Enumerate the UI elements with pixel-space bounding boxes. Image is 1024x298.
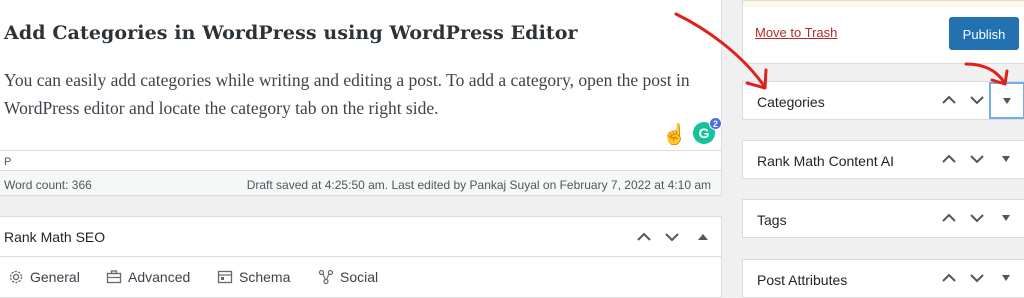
element-path: P <box>0 150 722 170</box>
element-path-text[interactable]: P <box>4 156 11 168</box>
tab-schema-label: Schema <box>239 269 291 285</box>
tags-box-title: Tags <box>757 212 787 228</box>
grammarly-count-badge: 2 <box>709 117 722 130</box>
move-up-icon[interactable] <box>636 231 652 243</box>
move-down-icon[interactable] <box>969 271 985 285</box>
post-content-editor[interactable]: Add Categories in WordPress using WordPr… <box>0 0 722 150</box>
tab-general[interactable]: General <box>8 269 80 285</box>
collapse-panel-icon[interactable] <box>698 233 708 241</box>
rank-math-content-ai-box[interactable]: Rank Math Content AI <box>742 140 1024 179</box>
tags-box[interactable]: Tags <box>742 199 1024 238</box>
tab-schema[interactable]: Schema <box>217 269 290 285</box>
briefcase-icon <box>106 270 122 284</box>
toggle-panel-button[interactable] <box>989 260 1024 297</box>
social-icon <box>318 269 334 285</box>
move-down-icon[interactable] <box>969 152 985 166</box>
editor-sidebar: Move to Trash Publish Categories Rank Ma… <box>742 0 1024 298</box>
rank-math-tabs: General Advanced Schema Social <box>0 257 721 298</box>
pointing-hand-icon[interactable]: ☝ <box>662 122 687 147</box>
move-to-trash-link[interactable]: Move to Trash <box>755 25 837 40</box>
move-up-icon[interactable] <box>941 271 957 285</box>
triangle-down-icon <box>1002 275 1010 281</box>
move-down-icon[interactable] <box>969 211 985 225</box>
schema-icon <box>217 270 233 284</box>
tab-social-label: Social <box>340 269 379 285</box>
triangle-down-icon <box>1002 156 1010 162</box>
wordpress-editor-screen: Add Categories in WordPress using WordPr… <box>0 0 1024 298</box>
move-down-icon[interactable] <box>969 93 985 107</box>
rank-math-seo-panel: Rank Math SEO General Advanced Schema So… <box>0 216 722 298</box>
editor-status-bar: Word count: 366 Draft saved at 4:25:50 a… <box>0 170 722 196</box>
categories-box-title: Categories <box>757 94 825 110</box>
publish-box: Move to Trash Publish <box>742 0 1024 64</box>
draft-saved-info: Draft saved at 4:25:50 am. Last edited b… <box>246 178 711 192</box>
triangle-down-icon <box>1002 215 1010 221</box>
rank-math-title: Rank Math SEO <box>4 229 106 245</box>
toggle-panel-button[interactable] <box>989 200 1024 237</box>
tab-advanced-label: Advanced <box>128 269 191 285</box>
toggle-panel-button[interactable] <box>989 82 1024 119</box>
move-up-icon[interactable] <box>941 152 957 166</box>
move-up-icon[interactable] <box>941 93 957 107</box>
publish-button[interactable]: Publish <box>949 17 1019 50</box>
rank-math-header: Rank Math SEO <box>0 217 721 257</box>
post-heading[interactable]: Add Categories in WordPress using WordPr… <box>4 22 578 44</box>
post-attributes-box[interactable]: Post Attributes <box>742 259 1024 298</box>
categories-box[interactable]: Categories <box>742 81 1024 120</box>
tab-advanced[interactable]: Advanced <box>106 269 190 285</box>
toggle-panel-button[interactable] <box>989 141 1024 178</box>
content-ai-box-title: Rank Math Content AI <box>757 153 894 169</box>
gear-icon <box>9 270 23 284</box>
tab-social[interactable]: Social <box>318 269 378 285</box>
publish-notice-strip <box>743 1 1024 7</box>
post-paragraph[interactable]: You can easily add categories while writ… <box>4 66 714 122</box>
triangle-down-icon <box>1003 98 1011 104</box>
post-attributes-box-title: Post Attributes <box>757 272 848 288</box>
tab-general-label: General <box>30 269 80 285</box>
move-up-icon[interactable] <box>941 211 957 225</box>
word-count: Word count: 366 <box>4 178 92 192</box>
move-down-icon[interactable] <box>664 231 680 243</box>
